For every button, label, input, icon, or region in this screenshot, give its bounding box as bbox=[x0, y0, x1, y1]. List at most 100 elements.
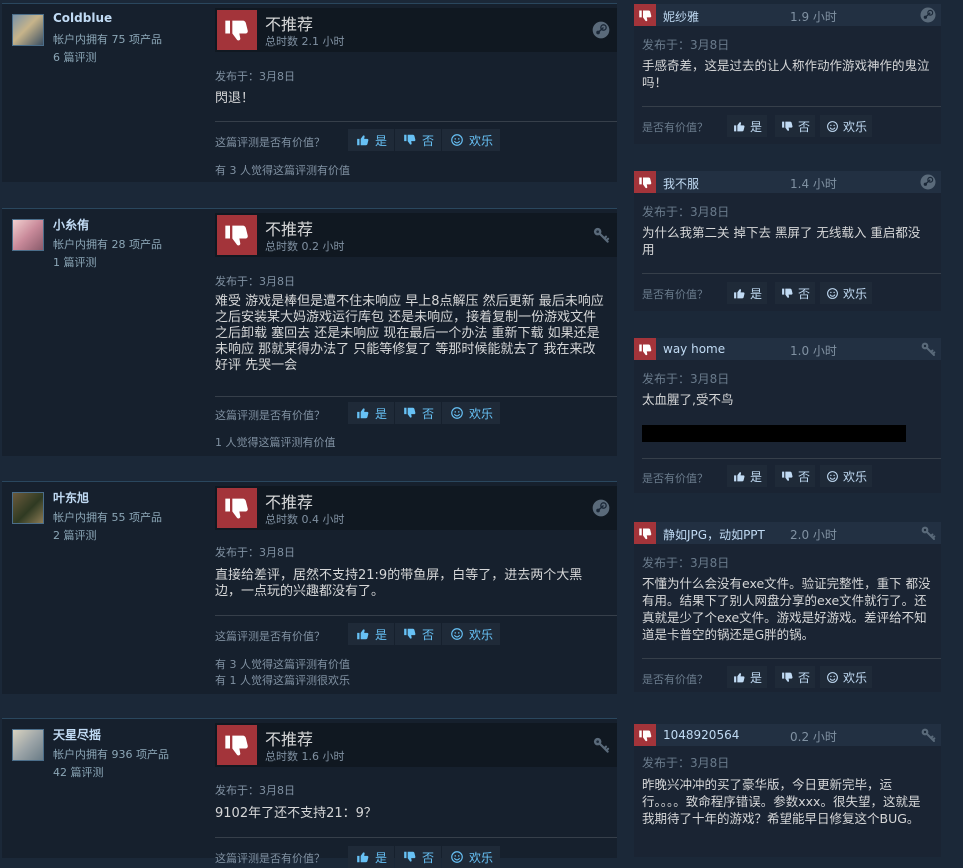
thumbs-down-icon bbox=[634, 724, 656, 746]
review-date: 发布于：3月8日 bbox=[642, 756, 730, 770]
divider bbox=[215, 396, 617, 397]
vote-funny-label: 欢乐 bbox=[469, 627, 494, 642]
vote-yes-label: 是 bbox=[375, 627, 388, 642]
vote-funny-button[interactable]: 欢乐 bbox=[442, 846, 501, 868]
review-verdict: 不推荐 bbox=[265, 493, 314, 512]
vote-no-button[interactable]: 否 bbox=[395, 402, 442, 424]
short-review-header[interactable]: way home 1.0 小时 bbox=[634, 338, 941, 360]
short-review-header[interactable]: 1048920564 0.2 小时 bbox=[634, 724, 941, 746]
divider bbox=[642, 273, 941, 274]
vote-yes-button[interactable]: 是 bbox=[727, 666, 768, 688]
author-reviews[interactable]: 42 篇评测 bbox=[53, 764, 104, 780]
vote-no-button[interactable]: 否 bbox=[775, 282, 816, 304]
vote-yes-button[interactable]: 是 bbox=[727, 115, 768, 137]
avatar[interactable] bbox=[12, 492, 44, 524]
review-hours: 总时数 2.1 小时 bbox=[265, 35, 345, 48]
vote-yes-button[interactable]: 是 bbox=[727, 282, 768, 304]
vote-funny-button[interactable]: 欢乐 bbox=[442, 402, 501, 424]
short-review-card: 1048920564 0.2 小时 发布于：3月8日 昨晚兴冲冲的买了豪华版，今… bbox=[634, 724, 941, 857]
vote-no-button[interactable]: 否 bbox=[775, 115, 816, 137]
review-text: 昨晚兴冲冲的买了豪华版，今日更新完毕，运行。。。。致命程序错误。参数xxx。很失… bbox=[642, 777, 921, 826]
key-icon bbox=[919, 524, 937, 542]
steam-icon bbox=[591, 498, 611, 518]
thumbs-down-icon bbox=[634, 522, 656, 544]
thumbs-down-icon bbox=[634, 171, 656, 193]
spoiler-block[interactable] bbox=[642, 425, 906, 442]
vote-funny-label: 欢乐 bbox=[469, 850, 494, 865]
review-date: 发布于：3月8日 bbox=[215, 70, 295, 83]
thumbs-up-icon bbox=[732, 287, 747, 300]
author-name[interactable]: 1048920564 bbox=[663, 728, 739, 742]
vote-yes-label: 是 bbox=[750, 469, 763, 484]
vote-funny-label: 欢乐 bbox=[843, 119, 868, 134]
avatar[interactable] bbox=[12, 219, 44, 251]
review-card: 叶东旭 帐户内拥有 55 项产品 2 篇评测 不推荐 总时数 0.4 小时 发布… bbox=[2, 481, 617, 694]
review-text: 不懂为什么会没有exe文件。验证完整性，重下 都没有用。结果下了别人网盘分享的e… bbox=[642, 576, 931, 642]
vote-funny-button[interactable]: 欢乐 bbox=[442, 129, 501, 151]
divider bbox=[642, 106, 941, 107]
review-header[interactable]: 不推荐 总时数 0.2 小时 bbox=[215, 213, 617, 257]
author-name[interactable]: 天星尽摇 bbox=[53, 726, 101, 743]
avatar[interactable] bbox=[12, 14, 44, 46]
review-header[interactable]: 不推荐 总时数 2.1 小时 bbox=[215, 8, 617, 52]
vote-yes-label: 是 bbox=[750, 119, 763, 134]
vote-funny-button[interactable]: 欢乐 bbox=[820, 666, 873, 688]
vote-no-button[interactable]: 否 bbox=[395, 623, 442, 645]
key-icon bbox=[919, 340, 937, 358]
author-name[interactable]: 叶东旭 bbox=[53, 489, 89, 506]
vote-yes-label: 是 bbox=[375, 133, 388, 148]
review-verdict: 不推荐 bbox=[265, 15, 314, 34]
author-products: 帐户内拥有 28 项产品 bbox=[53, 238, 162, 251]
thumbs-down-icon bbox=[217, 488, 257, 528]
thumbs-down-icon bbox=[402, 133, 418, 147]
avatar[interactable] bbox=[12, 729, 44, 761]
vote-funny-button[interactable]: 欢乐 bbox=[820, 465, 873, 487]
vote-funny-button[interactable]: 欢乐 bbox=[820, 115, 873, 137]
review-header[interactable]: 不推荐 总时数 0.4 小时 bbox=[215, 486, 617, 530]
vote-no-button[interactable]: 否 bbox=[395, 846, 442, 868]
vote-yes-button[interactable]: 是 bbox=[348, 129, 395, 151]
review-hours: 总时数 0.4 小时 bbox=[265, 513, 345, 526]
vote-funny-button[interactable]: 欢乐 bbox=[820, 282, 873, 304]
smile-icon bbox=[825, 287, 840, 300]
review-hours: 2.0 小时 bbox=[790, 528, 837, 542]
author-name[interactable]: Coldblue bbox=[53, 11, 112, 25]
vote-yes-label: 是 bbox=[750, 286, 763, 301]
short-review-header[interactable]: 妮纱雅 1.9 小时 bbox=[634, 4, 941, 26]
vote-no-button[interactable]: 否 bbox=[395, 129, 442, 151]
author-name[interactable]: way home bbox=[663, 342, 725, 356]
short-review-header[interactable]: 静如JPG，动如PPT 2.0 小时 bbox=[634, 522, 941, 544]
vote-yes-button[interactable]: 是 bbox=[348, 623, 395, 645]
helpful-question: 这篇评测是否有价值？ bbox=[215, 136, 325, 149]
author-reviews[interactable]: 1 篇评测 bbox=[53, 254, 97, 270]
thumbs-down-icon bbox=[217, 215, 257, 255]
author-name[interactable]: 小糸侑 bbox=[53, 216, 89, 233]
vote-funny-button[interactable]: 欢乐 bbox=[442, 623, 501, 645]
vote-no-label: 否 bbox=[422, 850, 435, 865]
vote-no-button[interactable]: 否 bbox=[775, 666, 816, 688]
vote-no-button[interactable]: 否 bbox=[775, 465, 816, 487]
smile-icon bbox=[449, 850, 465, 864]
author-reviews[interactable]: 2 篇评测 bbox=[53, 527, 97, 543]
vote-yes-button[interactable]: 是 bbox=[348, 846, 395, 868]
author-products: 帐户内拥有 936 项产品 bbox=[53, 748, 169, 761]
review-card: 天星尽摇 帐户内拥有 936 项产品 42 篇评测 不推荐 总时数 1.6 小时… bbox=[2, 718, 617, 868]
author-name[interactable]: 静如JPG，动如PPT bbox=[663, 526, 765, 543]
thumbs-down-icon bbox=[634, 338, 656, 360]
short-review-header[interactable]: 我不服 1.4 小时 bbox=[634, 171, 941, 193]
vote-yes-label: 是 bbox=[375, 850, 388, 865]
review-header[interactable]: 不推荐 总时数 1.6 小时 bbox=[215, 723, 617, 767]
review-hours: 总时数 1.6 小时 bbox=[265, 750, 345, 763]
vote-yes-button[interactable]: 是 bbox=[348, 402, 395, 424]
author-reviews[interactable]: 6 篇评测 bbox=[53, 49, 97, 65]
author-name[interactable]: 妮纱雅 bbox=[663, 8, 699, 25]
divider bbox=[215, 121, 617, 122]
divider bbox=[215, 615, 617, 616]
review-date: 发布于：3月8日 bbox=[215, 546, 295, 559]
author-name[interactable]: 我不服 bbox=[663, 175, 699, 192]
review-card: Coldblue 帐户内拥有 75 项产品 6 篇评测 不推荐 总时数 2.1 … bbox=[2, 3, 617, 182]
vote-yes-button[interactable]: 是 bbox=[727, 465, 768, 487]
review-date: 发布于：3月8日 bbox=[642, 556, 730, 570]
thumbs-down-icon bbox=[780, 120, 795, 133]
vote-no-label: 否 bbox=[422, 406, 435, 421]
